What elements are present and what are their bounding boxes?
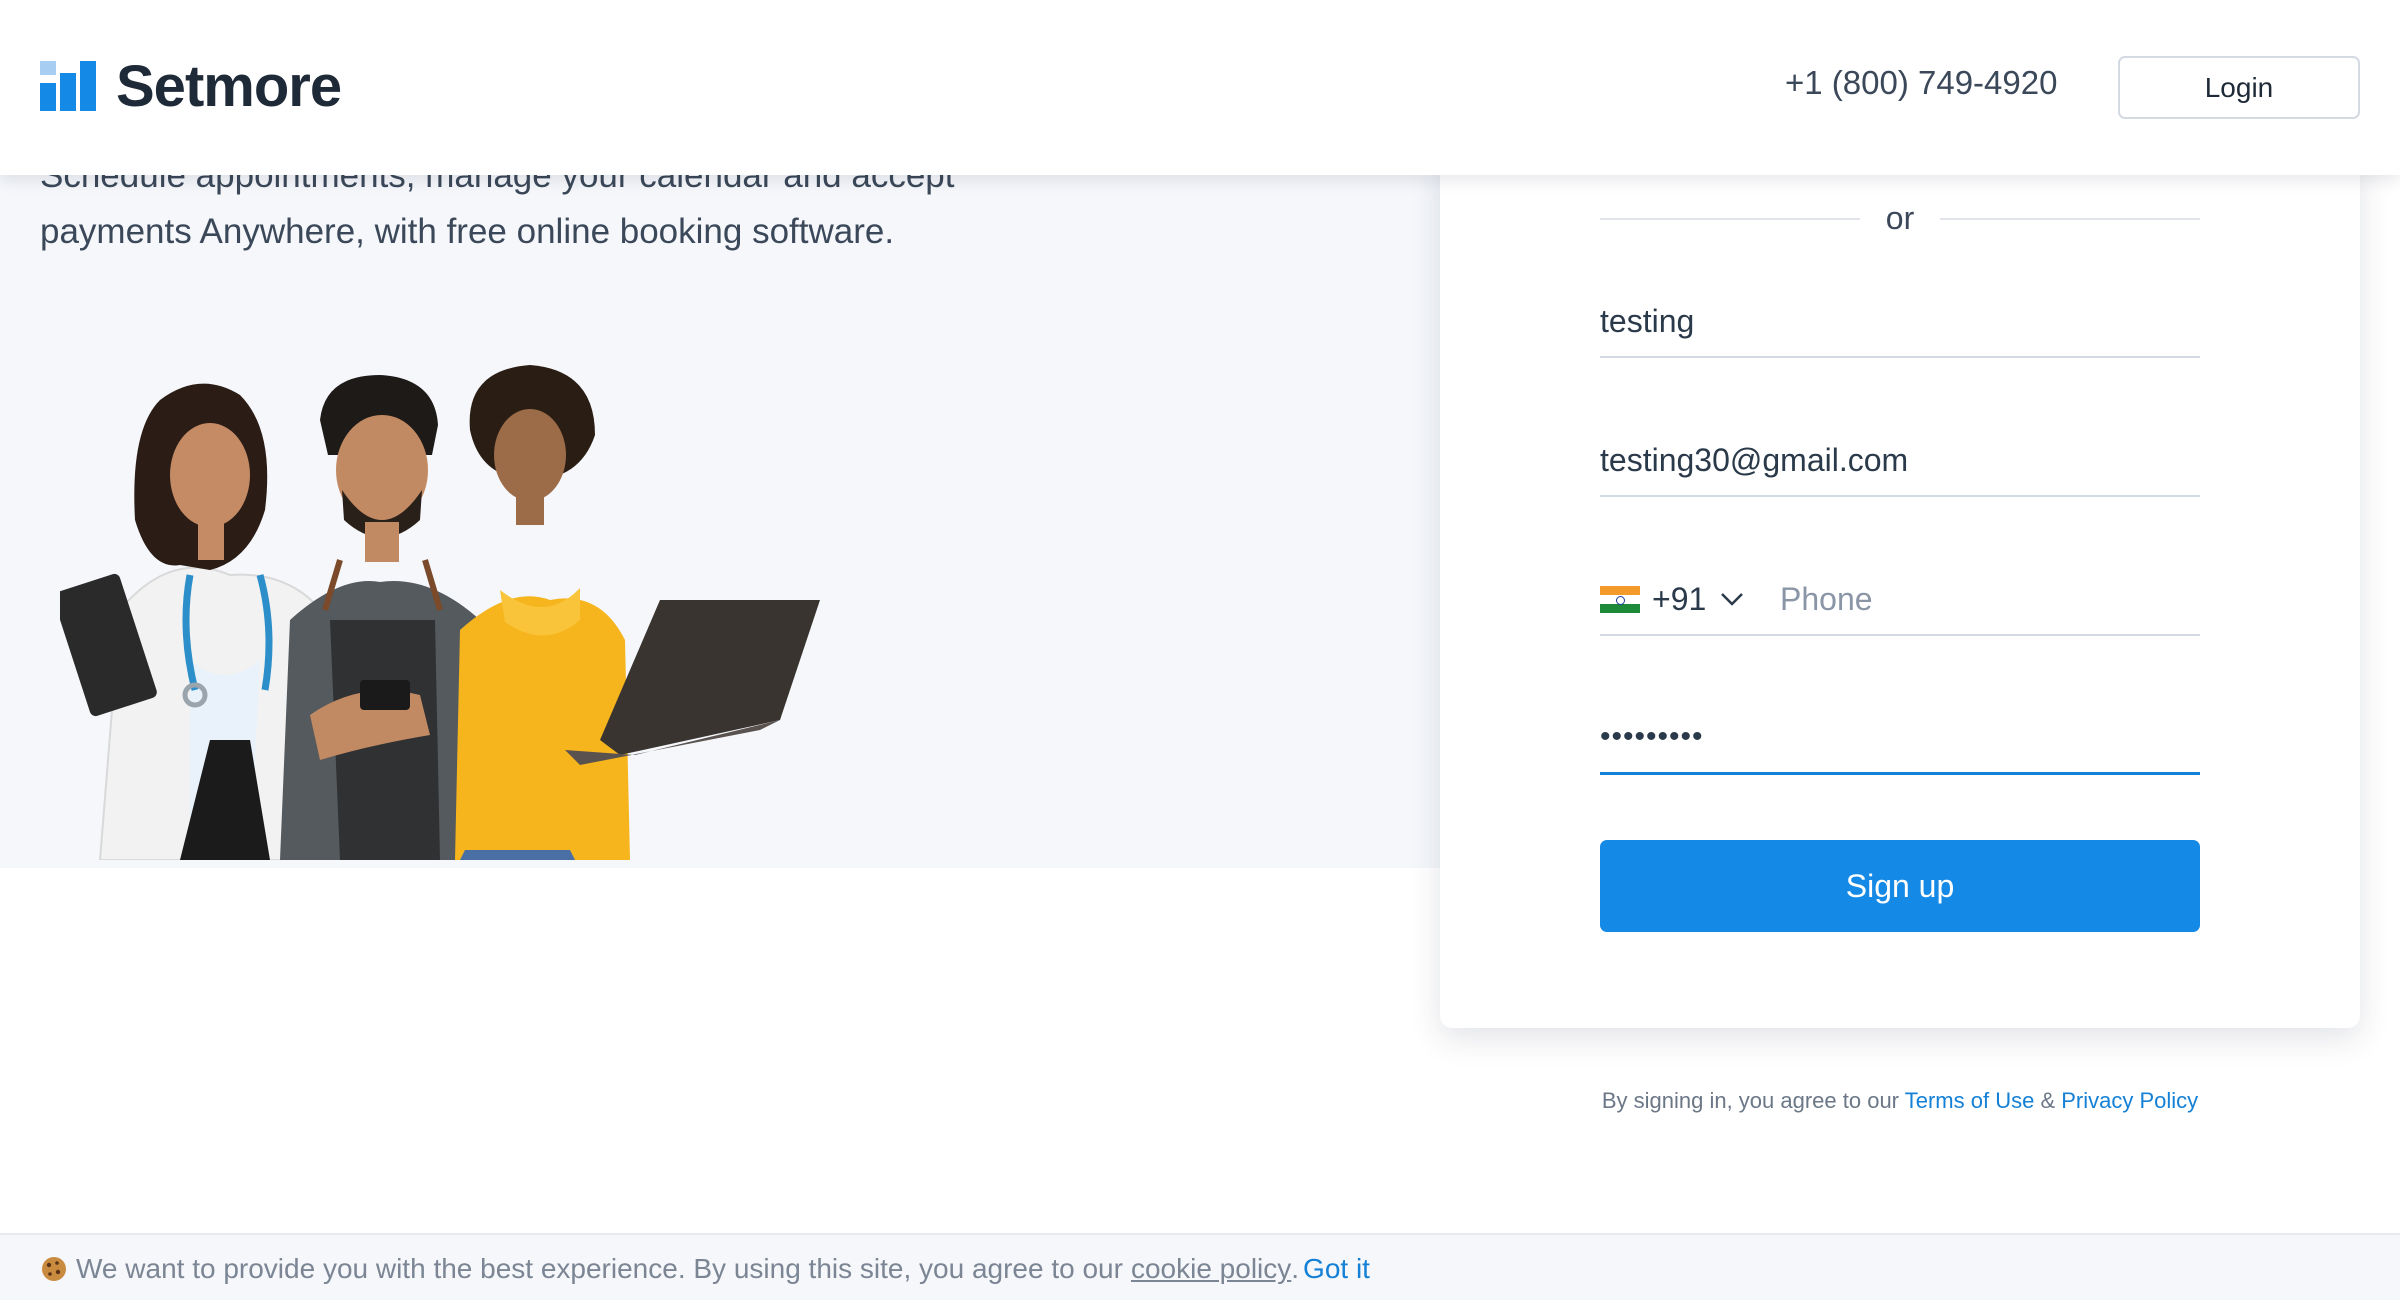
support-phone-link[interactable]: +1 (800) 749-4920: [1785, 64, 2057, 102]
divider-line-right: [1940, 218, 2200, 220]
legal-prefix: By signing in, you agree to our: [1601, 1088, 1905, 1113]
name-input[interactable]: [1600, 296, 2200, 346]
or-divider: or: [1600, 198, 2200, 238]
setmore-logo-icon: [40, 61, 96, 111]
hero-people-illustration: [60, 365, 820, 860]
terms-of-use-link[interactable]: Terms of Use: [1905, 1088, 2035, 1113]
cookie-content: We want to provide you with the best exp…: [40, 1253, 1370, 1285]
site-header: Setmore +1 (800) 749-4920 Login: [0, 0, 2400, 175]
got-it-button[interactable]: Got it: [1303, 1253, 1370, 1285]
signup-page: Schedule appointments, manage your calen…: [0, 0, 2400, 1300]
login-button[interactable]: Login: [2118, 56, 2360, 119]
divider-line-left: [1600, 218, 1860, 220]
email-input[interactable]: [1600, 435, 2200, 485]
email-field: [1600, 427, 2200, 497]
password-input[interactable]: [1600, 712, 2200, 762]
signup-button[interactable]: Sign up: [1600, 840, 2200, 932]
chevron-down-icon: [1721, 593, 1744, 606]
brand-name: Setmore: [116, 53, 342, 119]
laptop-woman-figure: [455, 365, 820, 860]
phone-input[interactable]: [1780, 574, 2200, 624]
phone-field: +91: [1600, 566, 2200, 636]
legal-joiner: &: [2034, 1088, 2062, 1113]
cookie-banner: We want to provide you with the best exp…: [0, 1233, 2400, 1300]
password-field: [1600, 705, 2200, 775]
dial-code: +91: [1652, 580, 1707, 617]
country-code-select[interactable]: +91: [1600, 574, 1770, 624]
name-field: [1600, 288, 2200, 358]
or-label: or: [1885, 200, 1915, 236]
signup-card: or +91 Sign up: [1440, 150, 2360, 1028]
cookie-policy-link[interactable]: cookie policy: [1131, 1253, 1291, 1285]
cookie-message: We want to provide you with the best exp…: [76, 1253, 1123, 1284]
cookie-icon: [42, 1257, 66, 1281]
privacy-policy-link[interactable]: Privacy Policy: [2061, 1088, 2198, 1113]
cookie-period: .: [1291, 1253, 1300, 1284]
india-flag-icon: [1600, 585, 1640, 613]
setmore-logo[interactable]: Setmore: [40, 54, 342, 119]
legal-notice: By signing in, you agree to our Terms of…: [1440, 1088, 2360, 1114]
